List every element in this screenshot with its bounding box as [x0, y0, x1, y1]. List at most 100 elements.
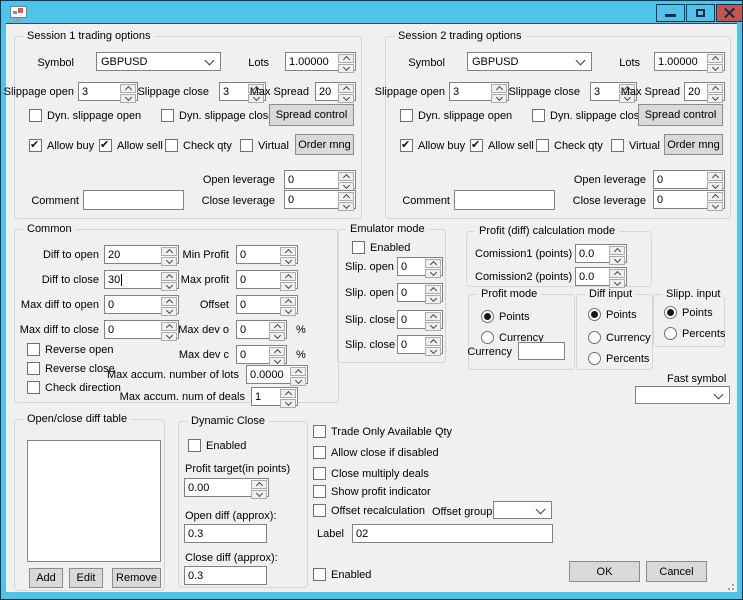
spin-down-button[interactable]: [707, 201, 723, 211]
max-dev-o-spinner[interactable]: 0: [236, 320, 287, 341]
allow-buy-checkbox[interactable]: Allow buy: [400, 138, 465, 152]
spin-down-button[interactable]: [491, 93, 507, 103]
max-diff-to-close-spinner[interactable]: 0: [104, 320, 179, 341]
spin-up-button[interactable]: [425, 259, 441, 269]
virtual-checkbox[interactable]: Virtual: [240, 139, 289, 152]
slip-open-2-spinner[interactable]: 0: [397, 283, 443, 304]
label-input[interactable]: 02: [352, 524, 553, 543]
allow-buy-checkbox[interactable]: Allow buy: [29, 138, 94, 152]
reverse-close-checkbox[interactable]: Reverse close: [27, 362, 115, 375]
min-profit-spinner[interactable]: 0: [236, 245, 298, 266]
spin-up-button[interactable]: [609, 269, 625, 279]
allow-sell-checkbox[interactable]: Allow sell: [470, 138, 534, 152]
spin-up-button[interactable]: [161, 322, 177, 332]
spin-up-button[interactable]: [280, 389, 296, 399]
add-button[interactable]: Add: [29, 568, 63, 588]
max-accum-deals-spinner[interactable]: 1: [251, 387, 298, 408]
check-qty-checkbox[interactable]: Check qty: [536, 139, 603, 152]
max-profit-spinner[interactable]: 0: [236, 270, 298, 291]
spin-up-button[interactable]: [269, 347, 285, 357]
spin-up-button[interactable]: [491, 84, 507, 94]
spin-down-button[interactable]: [161, 281, 177, 291]
spin-up-button[interactable]: [707, 192, 723, 202]
spin-up-button[interactable]: [707, 54, 723, 64]
check-qty-checkbox[interactable]: Check qty: [165, 139, 232, 152]
spin-down-button[interactable]: [280, 306, 296, 316]
offset-spinner[interactable]: 0: [236, 295, 298, 316]
remove-button[interactable]: Remove: [112, 568, 161, 588]
slipp-input-points-radio[interactable]: Points: [664, 306, 713, 319]
spin-down-button[interactable]: [609, 278, 625, 288]
maximize-button[interactable]: [686, 4, 715, 22]
diff-to-open-spinner[interactable]: 20: [104, 245, 179, 266]
spin-down-button[interactable]: [707, 63, 723, 73]
spread-control-button[interactable]: Spread control: [638, 104, 723, 126]
order-mng-button[interactable]: Order mng: [664, 134, 723, 155]
show-profit-indicator-checkbox[interactable]: Show profit indicator: [313, 485, 431, 498]
open-leverage-spinner[interactable]: 0: [284, 170, 356, 191]
close-multiply-deals-checkbox[interactable]: Close multiply deals: [313, 467, 429, 480]
spin-down-button[interactable]: [290, 376, 306, 386]
comission2-spinner[interactable]: 0.0: [575, 267, 627, 288]
cancel-button[interactable]: Cancel: [646, 561, 707, 582]
spin-up-button[interactable]: [269, 322, 285, 332]
close-button[interactable]: [716, 4, 743, 22]
spin-down-button[interactable]: [338, 201, 354, 211]
spread-control-button[interactable]: Spread control: [269, 104, 354, 126]
lots-spinner[interactable]: 1.00000: [285, 52, 356, 73]
spin-up-button[interactable]: [707, 172, 723, 182]
reverse-open-checkbox[interactable]: Reverse open: [27, 343, 114, 356]
max-diff-to-open-spinner[interactable]: 0: [104, 295, 179, 316]
slip-open-1-spinner[interactable]: 0: [397, 257, 443, 278]
spin-up-button[interactable]: [280, 247, 296, 257]
check-direction-checkbox[interactable]: Check direction: [27, 381, 121, 394]
spin-down-button[interactable]: [338, 63, 354, 73]
diff-table-list[interactable]: [27, 440, 161, 562]
spin-up-button[interactable]: [161, 272, 177, 282]
spin-down-button[interactable]: [269, 331, 285, 341]
spin-down-button[interactable]: [425, 294, 441, 304]
enabled-checkbox[interactable]: Enabled: [313, 568, 371, 581]
slipp-input-percents-radio[interactable]: Percents: [664, 327, 725, 340]
max-dev-c-spinner[interactable]: 0: [236, 345, 287, 366]
offset-recalculation-checkbox[interactable]: Offset recalculation: [313, 504, 425, 517]
spin-down-button[interactable]: [251, 489, 267, 499]
dyn-slippage-close-checkbox[interactable]: Dyn. slippage close: [161, 109, 274, 122]
spin-up-button[interactable]: [338, 172, 354, 182]
order-mng-button[interactable]: Order mng: [295, 134, 354, 155]
slip-close-1-spinner[interactable]: 0: [397, 310, 443, 331]
trade-only-available-qty-checkbox[interactable]: Trade Only Available Qty: [313, 425, 452, 438]
close-leverage-spinner[interactable]: 0: [284, 190, 356, 211]
spin-down-button[interactable]: [161, 331, 177, 341]
dyn-slippage-open-checkbox[interactable]: Dyn. slippage open: [29, 109, 141, 122]
spin-up-button[interactable]: [290, 367, 306, 377]
slippage-open-spinner[interactable]: 3: [449, 82, 509, 103]
spin-down-button[interactable]: [425, 346, 441, 356]
spin-up-button[interactable]: [280, 272, 296, 282]
comment-input[interactable]: [83, 190, 184, 210]
spin-up-button[interactable]: [338, 192, 354, 202]
spin-up-button[interactable]: [251, 480, 267, 490]
allow-close-if-disabled-checkbox[interactable]: Allow close if disabled: [313, 446, 439, 459]
spin-up-button[interactable]: [338, 84, 354, 94]
diff-input-currency-radio[interactable]: Currency: [588, 331, 651, 344]
spin-down-button[interactable]: [161, 306, 177, 316]
diff-to-close-spinner[interactable]: 30: [104, 270, 179, 291]
spin-up-button[interactable]: [161, 247, 177, 257]
edit-button[interactable]: Edit: [69, 568, 103, 588]
max-spread-spinner[interactable]: 20: [315, 82, 356, 103]
spin-down-button[interactable]: [161, 256, 177, 266]
spin-up-button[interactable]: [425, 285, 441, 295]
max-accum-lots-spinner[interactable]: 0.0000: [246, 365, 308, 386]
spin-down-button[interactable]: [425, 268, 441, 278]
open-leverage-spinner[interactable]: 0: [653, 170, 725, 191]
max-spread-spinner[interactable]: 20: [684, 82, 725, 103]
allow-sell-checkbox[interactable]: Allow sell: [99, 138, 163, 152]
dyn-slippage-close-checkbox[interactable]: Dyn. slippage close: [532, 109, 645, 122]
diff-input-percents-radio[interactable]: Percents: [588, 352, 649, 365]
resize-grip[interactable]: [724, 580, 734, 590]
spin-down-button[interactable]: [120, 93, 136, 103]
comment-input[interactable]: [454, 190, 555, 210]
virtual-checkbox[interactable]: Virtual: [611, 139, 660, 152]
diff-input-points-radio[interactable]: Points: [588, 308, 637, 321]
